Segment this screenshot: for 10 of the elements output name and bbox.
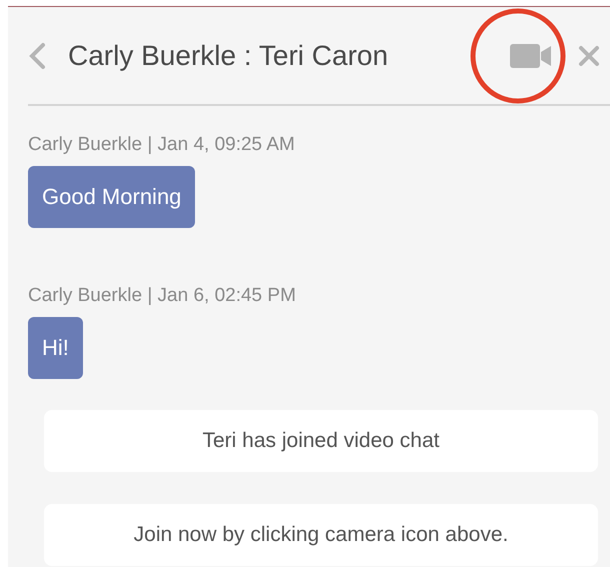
video-camera-icon[interactable] — [510, 44, 552, 68]
message-meta: Carly Buerkle | Jan 4, 09:25 AM — [28, 134, 296, 156]
message-bubble: Hi! — [28, 317, 83, 379]
back-icon[interactable] — [28, 42, 46, 70]
notice-text: Join now by clicking camera icon above. — [134, 523, 508, 547]
message-meta: Carly Buerkle | Jan 6, 02:45 PM — [28, 285, 297, 307]
notice-text: Teri has joined video chat — [202, 429, 440, 453]
message-bubble: Good Morning — [28, 166, 196, 228]
chat-title: Carly Buerkle : Teri Caron — [68, 40, 388, 72]
close-icon[interactable] — [578, 44, 600, 66]
